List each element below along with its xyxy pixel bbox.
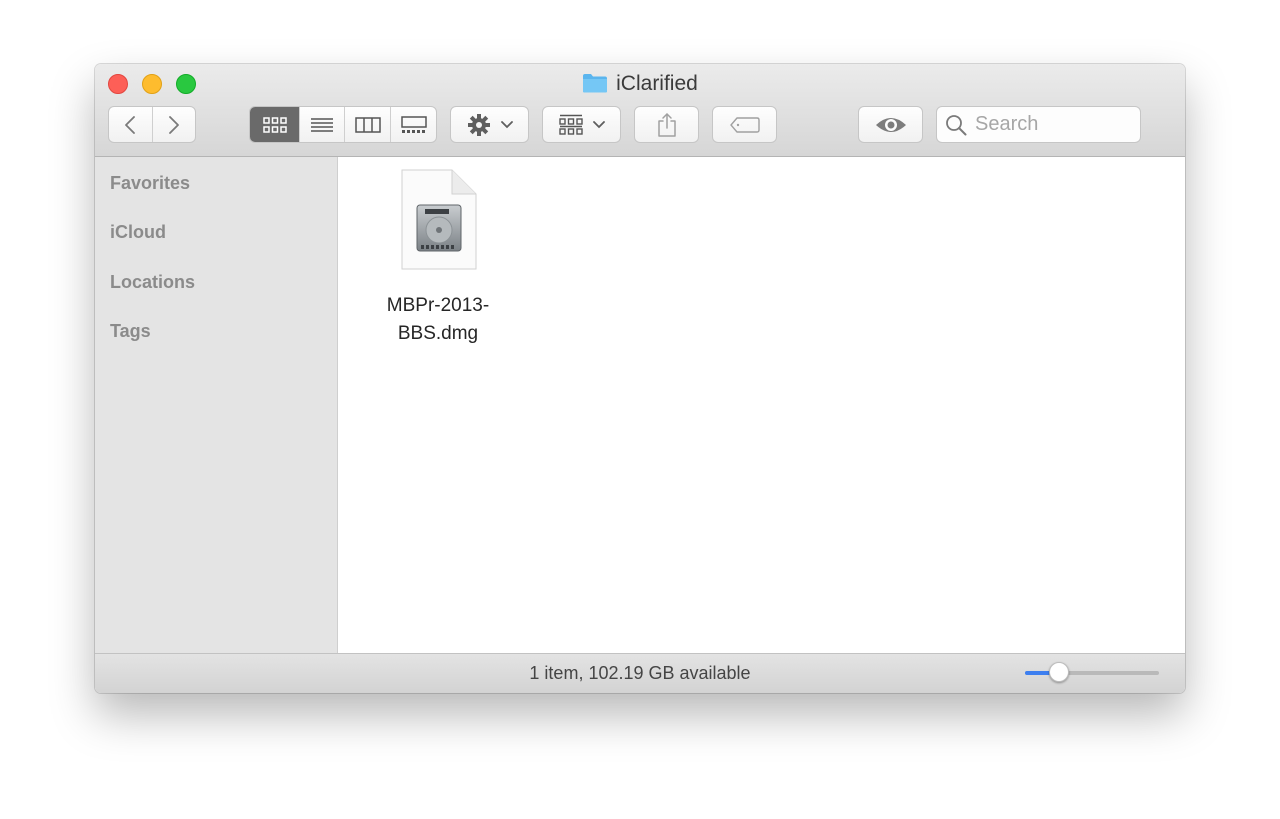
list-view-button[interactable] [299,107,344,142]
tag-button[interactable] [712,106,777,143]
titlebar[interactable]: iClarified [95,64,1185,157]
status-bar: 1 item, 102.19 GB available [95,653,1185,693]
column-view-icon [354,116,381,133]
chevron-right-icon [169,115,179,134]
chevron-down-icon [500,120,513,128]
share-button[interactable] [634,106,699,143]
column-view-button[interactable] [344,107,390,142]
finder-window: iClarified Search Favorites iCloud Locat… [95,64,1185,693]
nav-buttons [108,106,196,143]
eye-icon [875,117,906,132]
back-button[interactable] [109,107,152,142]
slider-knob[interactable] [1048,662,1069,682]
chevron-down-icon [592,120,605,128]
icon-view-button[interactable] [250,107,299,142]
gear-icon [467,113,490,136]
search-icon [946,114,967,135]
quick-look-button[interactable] [858,106,923,143]
file-name: MBPr-2013- BBS.dmg [368,292,508,348]
disk-image-icon [401,169,477,270]
gallery-view-button[interactable] [390,107,436,142]
view-mode-segmented-control [249,106,437,143]
file-browser-content[interactable]: MBPr-2013- BBS.dmg [338,157,1185,653]
icon-size-slider[interactable] [1025,662,1159,684]
search-input[interactable] [975,113,1135,136]
icon-view-icon [262,116,287,133]
sidebar-section-tags[interactable]: Tags [110,321,151,342]
sidebar-section-icloud[interactable]: iCloud [110,222,166,243]
tag-icon [729,116,760,133]
list-view-icon [311,117,333,132]
file-name-line-1: MBPr-2013- [386,295,490,316]
search-field[interactable] [936,106,1141,143]
share-icon [657,112,676,137]
action-menu-button[interactable] [450,106,529,143]
window-title-text: iClarified [616,72,698,95]
window-title: iClarified [95,71,1185,97]
group-by-button[interactable] [542,106,621,143]
file-item[interactable]: MBPr-2013- BBS.dmg [368,167,508,348]
status-text: 1 item, 102.19 GB available [529,663,751,683]
chevron-left-icon [125,115,136,134]
group-by-icon [558,114,583,135]
sidebar-section-locations[interactable]: Locations [110,272,195,293]
forward-button[interactable] [151,107,195,142]
sidebar-section-favorites[interactable]: Favorites [110,173,190,194]
sidebar: Favorites iCloud Locations Tags [95,157,338,653]
gallery-view-icon [400,115,427,133]
file-name-line-2: BBS.dmg [397,323,479,344]
folder-icon [583,74,608,93]
